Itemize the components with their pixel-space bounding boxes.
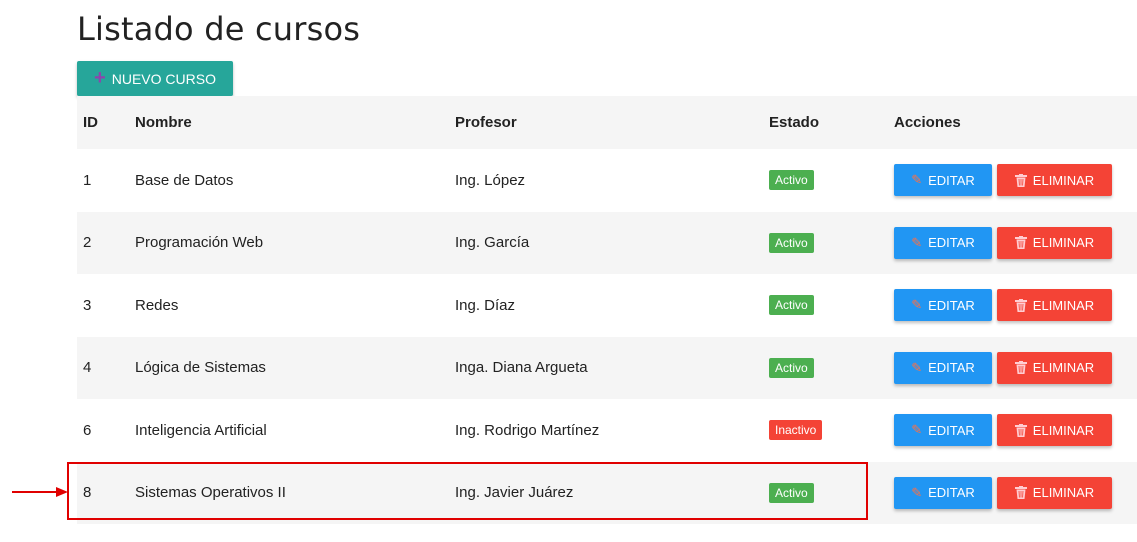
cell-acciones: ✎ EDITAR ELIMINAR (894, 289, 1137, 322)
status-badge: Activo (769, 295, 814, 316)
cell-id: 4 (83, 359, 92, 377)
edit-label: EDITAR (928, 172, 975, 188)
cell-acciones: ✎ EDITAR ELIMINAR (894, 164, 1137, 197)
status-badge: Activo (769, 357, 814, 378)
cell-nombre: Lógica de Sistemas (135, 359, 266, 377)
cell-id: 8 (83, 484, 92, 502)
new-course-button[interactable]: + NUEVO CURSO (77, 61, 233, 96)
trash-icon (1014, 361, 1027, 375)
cell-estado: Inactivo (769, 420, 894, 441)
cell-nombre: Programación Web (135, 234, 264, 252)
header-estado: Estado (769, 114, 820, 131)
plus-icon: + (94, 66, 106, 89)
trash-icon (1014, 236, 1027, 250)
header-nombre: Nombre (135, 114, 192, 131)
delete-button[interactable]: ELIMINAR (997, 351, 1112, 384)
edit-button[interactable]: ✎ EDITAR (894, 164, 992, 197)
edit-button[interactable]: ✎ EDITAR (894, 414, 992, 447)
courses-table: ID Nombre Profesor Estado Acciones 1 Bas… (77, 96, 1137, 524)
edit-button[interactable]: ✎ EDITAR (894, 476, 992, 509)
edit-label: EDITAR (928, 360, 975, 376)
edit-button[interactable]: ✎ EDITAR (894, 351, 992, 384)
table-row: 8 Sistemas Operativos II Ing. Javier Juá… (77, 461, 1137, 524)
edit-label: EDITAR (928, 297, 975, 313)
cell-estado: Activo (769, 170, 894, 191)
table-header: ID Nombre Profesor Estado Acciones (77, 96, 1137, 149)
delete-button[interactable]: ELIMINAR (997, 289, 1112, 322)
status-badge: Inactivo (769, 420, 823, 441)
table-row: 1 Base de Datos Ing. López Activo ✎ EDIT… (77, 149, 1137, 212)
cell-acciones: ✎ EDITAR ELIMINAR (894, 476, 1137, 509)
delete-button[interactable]: ELIMINAR (997, 476, 1112, 509)
delete-label: ELIMINAR (1032, 485, 1095, 501)
cell-estado: Activo (769, 357, 894, 378)
cell-estado: Activo (769, 232, 894, 253)
cell-profesor: Ing. Javier Juárez (455, 484, 574, 502)
delete-label: ELIMINAR (1032, 297, 1095, 313)
table-row: 6 Inteligencia Artificial Ing. Rodrigo M… (77, 399, 1137, 462)
delete-button[interactable]: ELIMINAR (997, 226, 1112, 259)
arrow-annotation-icon (12, 487, 68, 497)
header-acciones: Acciones (894, 114, 961, 131)
cell-acciones: ✎ EDITAR ELIMINAR (894, 226, 1137, 259)
status-badge: Activo (769, 232, 814, 253)
new-course-label: NUEVO CURSO (111, 70, 216, 87)
pencil-icon: ✎ (911, 297, 923, 313)
pencil-icon: ✎ (911, 422, 923, 438)
cell-estado: Activo (769, 482, 894, 503)
cell-profesor: Inga. Diana Argueta (455, 359, 588, 377)
cell-nombre: Base de Datos (135, 171, 234, 189)
header-id: ID (83, 114, 98, 131)
cell-id: 6 (83, 421, 92, 439)
edit-label: EDITAR (928, 422, 975, 438)
delete-label: ELIMINAR (1032, 235, 1095, 251)
table-row: 4 Lógica de Sistemas Inga. Diana Argueta… (77, 336, 1137, 399)
cell-profesor: Ing. García (455, 234, 530, 252)
pencil-icon: ✎ (911, 484, 923, 500)
pencil-icon: ✎ (911, 172, 923, 188)
delete-label: ELIMINAR (1032, 172, 1095, 188)
trash-icon (1014, 486, 1027, 500)
trash-icon (1014, 173, 1027, 187)
edit-button[interactable]: ✎ EDITAR (894, 226, 992, 259)
table-body: 1 Base de Datos Ing. López Activo ✎ EDIT… (77, 149, 1137, 524)
cell-nombre: Inteligencia Artificial (135, 421, 267, 439)
header-profesor: Profesor (455, 114, 517, 131)
cell-estado: Activo (769, 295, 894, 316)
cell-nombre: Redes (135, 296, 179, 314)
delete-label: ELIMINAR (1032, 422, 1095, 438)
edit-label: EDITAR (928, 485, 975, 501)
table-row: 3 Redes Ing. Díaz Activo ✎ EDITAR ELIMIN… (77, 274, 1137, 337)
cell-id: 2 (83, 234, 92, 252)
pencil-icon: ✎ (911, 359, 923, 375)
delete-button[interactable]: ELIMINAR (997, 164, 1112, 197)
page-title: Listado de cursos (77, 10, 361, 48)
edit-button[interactable]: ✎ EDITAR (894, 289, 992, 322)
cell-id: 1 (83, 171, 92, 189)
status-badge: Activo (769, 170, 814, 191)
edit-label: EDITAR (928, 235, 975, 251)
cell-profesor: Ing. López (455, 171, 526, 189)
trash-icon (1014, 298, 1027, 312)
table-row: 2 Programación Web Ing. García Activo ✎ … (77, 211, 1137, 274)
status-badge: Activo (769, 482, 814, 503)
delete-label: ELIMINAR (1032, 360, 1095, 376)
cell-acciones: ✎ EDITAR ELIMINAR (894, 351, 1137, 384)
cell-acciones: ✎ EDITAR ELIMINAR (894, 414, 1137, 447)
cell-nombre: Sistemas Operativos II (135, 484, 286, 502)
pencil-icon: ✎ (911, 234, 923, 250)
cell-profesor: Ing. Rodrigo Martínez (455, 421, 600, 439)
trash-icon (1014, 423, 1027, 437)
delete-button[interactable]: ELIMINAR (997, 414, 1112, 447)
cell-id: 3 (83, 296, 92, 314)
cell-profesor: Ing. Díaz (455, 296, 516, 314)
